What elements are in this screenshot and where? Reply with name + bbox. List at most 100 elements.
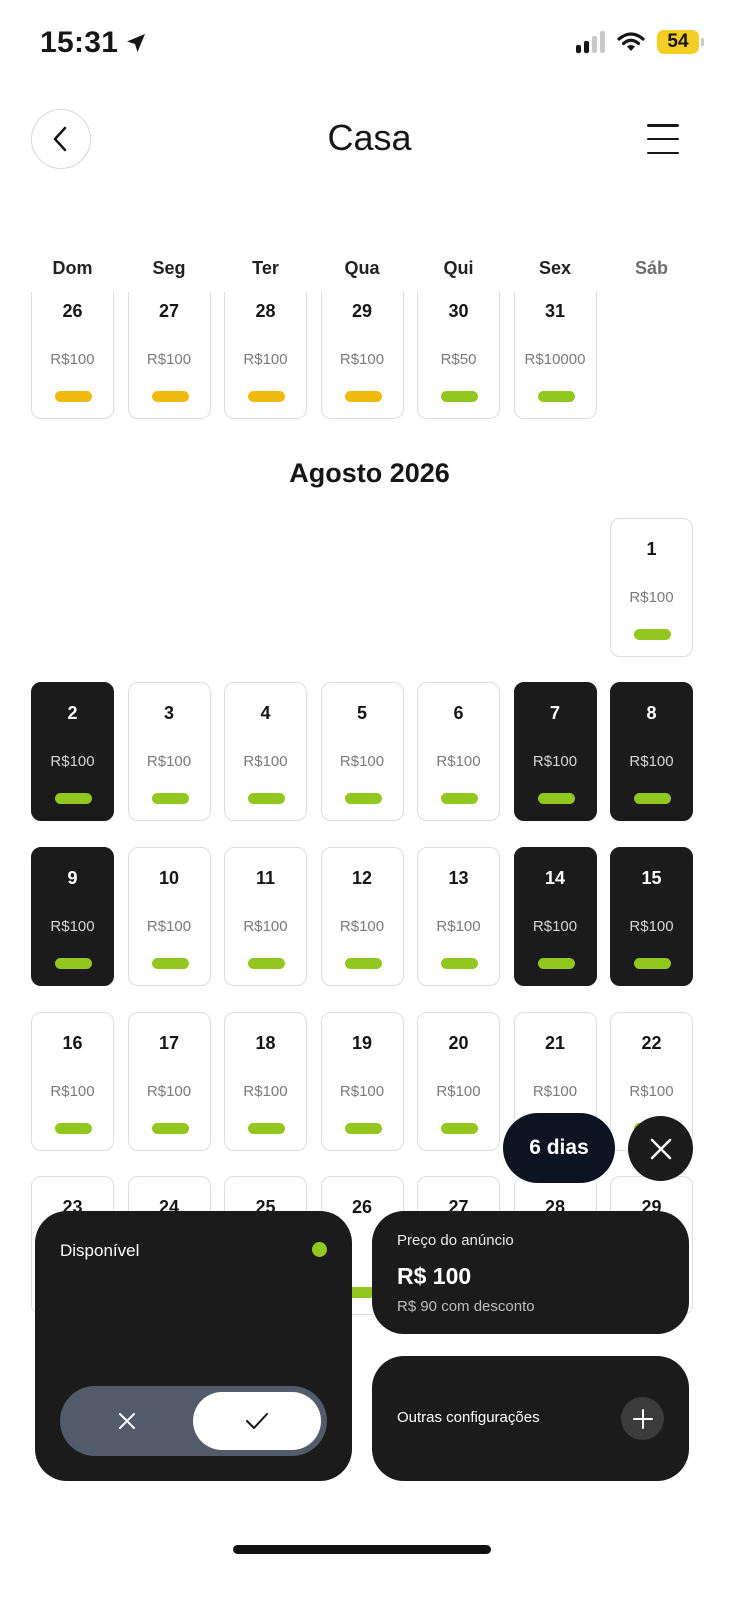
menu-line	[647, 151, 679, 154]
availability-bar	[441, 391, 478, 402]
availability-label: Disponível	[60, 1241, 140, 1260]
menu-line	[647, 137, 679, 141]
calendar-day-cell[interactable]: 19 R$100	[320, 1012, 404, 1151]
toggle-available-option[interactable]	[193, 1392, 321, 1450]
day-price: R$100	[339, 918, 385, 935]
calendar-day-cell[interactable]: 20 R$100	[417, 1012, 500, 1151]
other-settings-card[interactable]: Outras configurações	[372, 1356, 689, 1481]
day-number: 4	[260, 703, 271, 723]
calendar-day-cell[interactable]: 16 R$100	[31, 1012, 114, 1151]
day-price: R$100	[50, 918, 95, 935]
calendar-day-cell[interactable]: 5 R$100	[320, 682, 404, 821]
availability-bar	[344, 958, 382, 969]
day-number: 6	[453, 703, 464, 723]
weekday-header: Dom Seg Ter Qua Qui Sex Sáb	[31, 258, 693, 282]
calendar-day-cell[interactable]: 4 R$100	[224, 682, 307, 821]
availability-toggle[interactable]	[60, 1386, 327, 1456]
calendar-day-cell[interactable]: 12 R$100	[320, 847, 404, 986]
calendar-day-cell[interactable]: 6 R$100	[417, 682, 500, 821]
selected-days-label: 6 dias	[529, 1136, 589, 1159]
calendar-day-cell[interactable]: 1 R$100	[610, 518, 693, 657]
listing-price-card[interactable]: Preço do anúncio R$ 100 R$ 90 com descon…	[372, 1211, 689, 1334]
calendar-day-cell[interactable]: 29 R$100	[320, 292, 404, 419]
availability-bar	[344, 391, 382, 402]
availability-bar	[441, 793, 478, 804]
availability-bar	[441, 958, 478, 969]
wifi-icon	[617, 32, 645, 51]
day-number: 11	[255, 868, 276, 888]
calendar-day-cell[interactable]: 28 R$100	[224, 292, 307, 419]
day-number: 1	[646, 539, 657, 559]
calendar-day-cell[interactable]: 18 R$100	[224, 1012, 307, 1151]
calendar-day-cell[interactable]: 14 R$100	[513, 847, 597, 986]
listing-price-value: R$ 100	[397, 1263, 472, 1289]
day-price: R$100	[243, 1083, 288, 1100]
day-price: R$100	[146, 918, 192, 935]
weekday-label: Qua	[344, 258, 380, 278]
availability-bar	[441, 1123, 478, 1134]
listing-price-label: Preço do anúncio	[397, 1232, 514, 1249]
day-price: R$100	[436, 753, 481, 770]
day-number: 2	[67, 703, 78, 723]
menu-line	[647, 124, 679, 127]
availability-bar	[151, 793, 189, 804]
day-price: R$100	[146, 351, 192, 368]
close-icon	[118, 1413, 135, 1429]
day-number: 7	[549, 703, 560, 723]
day-number: 30	[448, 301, 469, 321]
availability-bar	[248, 391, 285, 402]
day-price: R$100	[532, 753, 578, 770]
availability-card: Disponível	[35, 1211, 352, 1481]
selected-days-pill[interactable]: 6 dias	[503, 1113, 615, 1183]
calendar-day-cell[interactable]: 8 R$100	[610, 682, 693, 821]
weekday-label: Sex	[538, 258, 572, 278]
calendar-day-cell[interactable]: 27 R$100	[127, 292, 211, 419]
calendar-day-cell[interactable]: 9 R$100	[31, 847, 114, 986]
day-price: R$50	[440, 351, 477, 368]
toggle-unavailable-option[interactable]	[60, 1386, 193, 1456]
day-price: R$100	[532, 918, 578, 935]
day-price: R$100	[436, 918, 481, 935]
menu-button[interactable]	[647, 124, 679, 154]
availability-bar	[151, 958, 189, 969]
calendar-day-cell[interactable]: 13 R$100	[417, 847, 500, 986]
calendar-day-cell[interactable]: 31 R$10000	[513, 292, 597, 419]
close-icon	[650, 1138, 671, 1159]
availability-bar	[634, 793, 671, 804]
other-settings-add-button[interactable]	[621, 1397, 664, 1440]
other-settings-label: Outras configurações	[397, 1409, 540, 1426]
calendar-day-cell[interactable]: 2 R$100	[31, 682, 114, 821]
day-number: 10	[158, 868, 180, 888]
status-indicators: 54	[576, 30, 704, 54]
day-number: 16	[62, 1033, 83, 1053]
clear-selection-button[interactable]	[628, 1116, 693, 1181]
day-number: 12	[351, 868, 373, 888]
calendar-day-cell[interactable]: 30 R$50	[417, 292, 500, 419]
weekday-label: Seg	[152, 258, 186, 278]
calendar-day-cell[interactable]: 15 R$100	[610, 847, 693, 986]
status-time-text: 15:31	[40, 26, 119, 59]
availability-bar	[248, 958, 285, 969]
calendar-day-cell[interactable]: 26 R$100	[31, 292, 114, 419]
day-price: R$100	[629, 918, 674, 935]
calendar-day-cell[interactable]: 11 R$100	[224, 847, 307, 986]
availability-bar	[151, 1123, 189, 1134]
calendar-day-cell[interactable]: 3 R$100	[127, 682, 211, 821]
plus-icon	[632, 1408, 653, 1429]
day-number: 9	[67, 868, 78, 888]
calendar-day-cell[interactable]: 10 R$100	[127, 847, 211, 986]
day-price: R$100	[50, 1083, 95, 1100]
day-number: 27	[158, 301, 180, 321]
day-price: R$100	[146, 753, 192, 770]
day-number: 15	[641, 868, 662, 888]
calendar-day-cell[interactable]: 17 R$100	[127, 1012, 211, 1151]
day-price: R$100	[629, 753, 674, 770]
calendar-day-cell[interactable]: 7 R$100	[513, 682, 597, 821]
month-title: Agosto 2026	[289, 458, 450, 488]
battery-icon: 54	[657, 30, 704, 54]
availability-bar	[537, 958, 575, 969]
day-price: R$10000	[524, 351, 586, 368]
day-price: R$100	[339, 351, 385, 368]
day-price: R$100	[243, 753, 288, 770]
day-price: R$100	[339, 753, 385, 770]
